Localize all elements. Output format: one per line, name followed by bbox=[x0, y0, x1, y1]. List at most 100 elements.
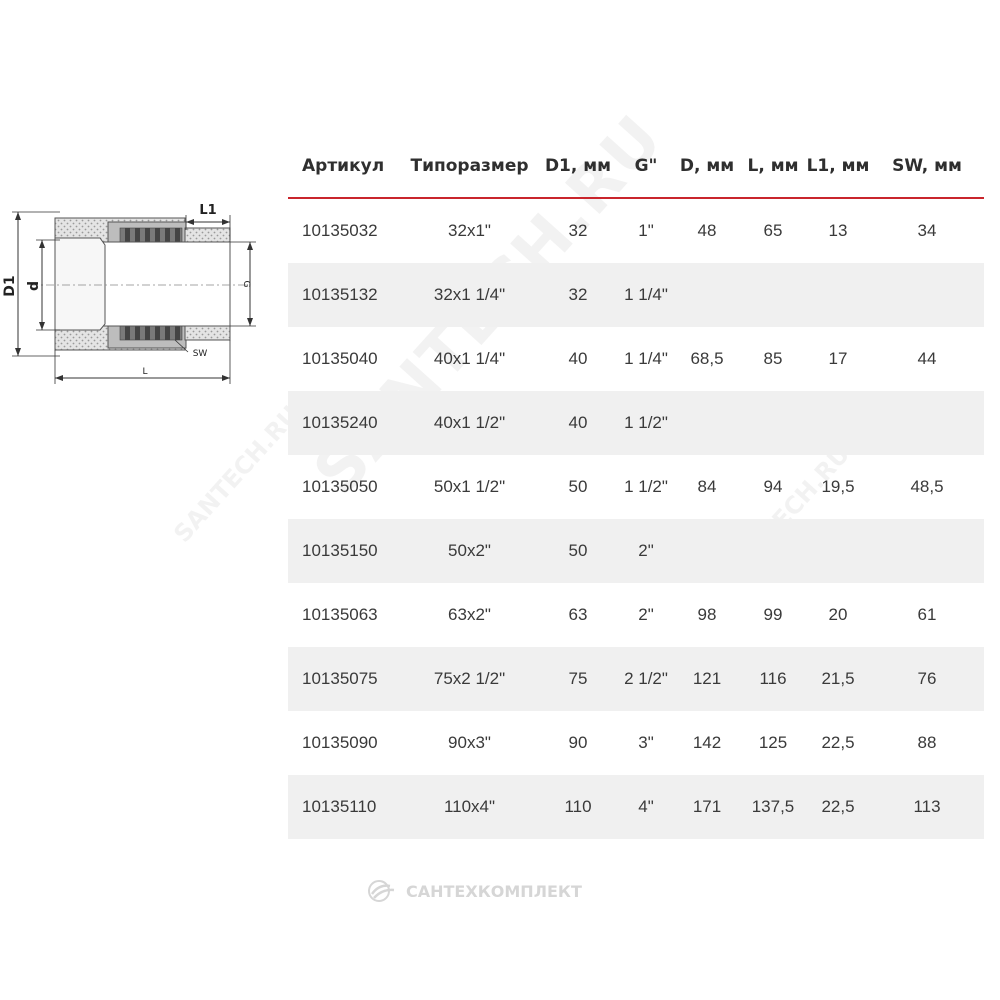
cell-article: 10135032 bbox=[302, 221, 378, 240]
thread-tail-bottom bbox=[184, 325, 231, 341]
cell-l1 bbox=[806, 263, 870, 327]
cell-size: 32x1 1/4" bbox=[401, 263, 538, 327]
cell-d1: 63 bbox=[568, 605, 588, 624]
label-L1: L1 bbox=[199, 203, 216, 218]
cell-d: 68,5 bbox=[690, 349, 724, 368]
cell-size: 40x1 1/2" bbox=[401, 391, 538, 455]
cell-d bbox=[674, 519, 740, 583]
cell-l1: 20 bbox=[828, 605, 848, 624]
cell-l1: 22,5 bbox=[821, 733, 855, 752]
cell-l: 99 bbox=[763, 605, 783, 624]
cell-g: 2 1/2" bbox=[618, 647, 674, 711]
cell-article: 10135040 bbox=[302, 349, 378, 368]
cell-d: 121 bbox=[674, 647, 740, 711]
cell-d: 98 bbox=[697, 605, 717, 624]
table-row: 10135050 50x1 1/2" 50 1 1/2" 84 94 19,5 48,5 bbox=[288, 455, 984, 519]
thread-tail-top bbox=[184, 227, 231, 243]
cell-sw: 61 bbox=[917, 605, 937, 624]
cell-sw: 34 bbox=[917, 221, 937, 240]
cell-size: 75x2 1/2" bbox=[401, 647, 538, 711]
cell-size: 32x1" bbox=[448, 221, 491, 240]
label-G: G bbox=[241, 281, 251, 288]
cell-d1: 75 bbox=[538, 647, 618, 711]
cell-d bbox=[674, 263, 740, 327]
cell-l: 137,5 bbox=[740, 775, 806, 839]
cell-article: 10135110 bbox=[288, 775, 401, 839]
watermark-small-left: SANTECH.RU bbox=[168, 400, 306, 548]
cell-sw bbox=[870, 519, 984, 583]
cell-sw bbox=[870, 263, 984, 327]
cell-l: 65 bbox=[763, 221, 783, 240]
cell-article: 10135090 bbox=[302, 733, 378, 752]
cell-l bbox=[740, 391, 806, 455]
header-d: D, мм bbox=[674, 135, 740, 199]
cell-d: 48 bbox=[697, 221, 717, 240]
table-row: 10135040 40x1 1/4" 40 1 1/4" 68,5 85 17 44 bbox=[288, 327, 984, 391]
cell-l: 85 bbox=[763, 349, 783, 368]
header-article: Артикул bbox=[288, 135, 401, 199]
cell-article: 10135132 bbox=[288, 263, 401, 327]
cell-sw: 48,5 bbox=[910, 477, 944, 496]
cell-article: 10135050 bbox=[302, 477, 378, 496]
cell-size: 63x2" bbox=[448, 605, 491, 624]
cell-size: 110x4" bbox=[401, 775, 538, 839]
logo-text: САНТЕХКОМПЛЕКТ bbox=[406, 881, 582, 901]
cell-g: 1 1/4" bbox=[624, 349, 668, 368]
cell-article: 10135075 bbox=[288, 647, 401, 711]
cell-l bbox=[740, 519, 806, 583]
cell-l1 bbox=[806, 391, 870, 455]
cell-d1: 50 bbox=[568, 477, 588, 496]
cell-article: 10135063 bbox=[302, 605, 378, 624]
cell-d1: 40 bbox=[538, 391, 618, 455]
cell-g: 1 1/2" bbox=[618, 391, 674, 455]
cell-l: 125 bbox=[758, 733, 788, 752]
table-row: 10135240 40x1 1/2" 40 1 1/2" bbox=[288, 391, 984, 455]
table-row: 10135132 32x1 1/4" 32 1 1/4" bbox=[288, 263, 984, 327]
cell-article: 10135240 bbox=[288, 391, 401, 455]
cell-l: 94 bbox=[763, 477, 783, 496]
cell-d: 171 bbox=[674, 775, 740, 839]
cell-d1: 32 bbox=[538, 263, 618, 327]
cell-d1: 110 bbox=[538, 775, 618, 839]
label-d: d bbox=[26, 281, 42, 291]
cell-l1: 21,5 bbox=[806, 647, 870, 711]
header-g: G" bbox=[618, 135, 674, 199]
label-L: L bbox=[142, 367, 147, 377]
table-header-row: Артикул Типоразмер D1, мм G" D, мм L, мм… bbox=[288, 135, 984, 199]
spec-table: Артикул Типоразмер D1, мм G" D, мм L, мм… bbox=[288, 135, 984, 839]
cell-d1: 50 bbox=[538, 519, 618, 583]
cell-sw: 44 bbox=[917, 349, 937, 368]
fitting-drawing: D1 d L1 G SW L bbox=[0, 190, 280, 390]
cell-l bbox=[740, 263, 806, 327]
cell-size: 50x2" bbox=[401, 519, 538, 583]
table-row: 10135150 50x2" 50 2" bbox=[288, 519, 984, 583]
header-sw: SW, мм bbox=[870, 135, 984, 199]
cell-l1 bbox=[806, 519, 870, 583]
fitting-drawing-svg: D1 d L1 G SW L bbox=[2, 203, 256, 384]
cell-d1: 32 bbox=[568, 221, 588, 240]
table-row: 10135110 110x4" 110 4" 171 137,5 22,5 113 bbox=[288, 775, 984, 839]
cell-sw: 88 bbox=[917, 733, 937, 752]
cell-size: 90x3" bbox=[448, 733, 491, 752]
table-body: 10135032 32x1" 32 1" 48 65 13 34 10135132 32x1 1/… bbox=[288, 198, 984, 839]
cell-sw: 76 bbox=[870, 647, 984, 711]
table-row: 10135032 32x1" 32 1" 48 65 13 34 bbox=[288, 198, 984, 263]
cell-size: 50x1 1/2" bbox=[433, 477, 506, 496]
cell-g: 3" bbox=[638, 733, 654, 752]
label-D1: D1 bbox=[2, 275, 18, 296]
header-d1: D1, мм bbox=[538, 135, 618, 199]
cell-d: 142 bbox=[692, 733, 722, 752]
cell-size: 40x1 1/4" bbox=[433, 349, 506, 368]
logo-icon bbox=[368, 880, 395, 902]
cell-l1: 13 bbox=[828, 221, 848, 240]
cell-d: 84 bbox=[697, 477, 717, 496]
cell-g: 1" bbox=[638, 221, 654, 240]
cell-l1: 19,5 bbox=[821, 477, 855, 496]
socket bbox=[54, 237, 106, 331]
table-row: 10135063 63x2" 63 2" 98 99 20 61 bbox=[288, 583, 984, 647]
header-l: L, мм bbox=[740, 135, 806, 199]
cell-g: 2" bbox=[638, 605, 654, 624]
cell-l: 116 bbox=[740, 647, 806, 711]
cell-g: 2" bbox=[618, 519, 674, 583]
cell-g: 4" bbox=[618, 775, 674, 839]
